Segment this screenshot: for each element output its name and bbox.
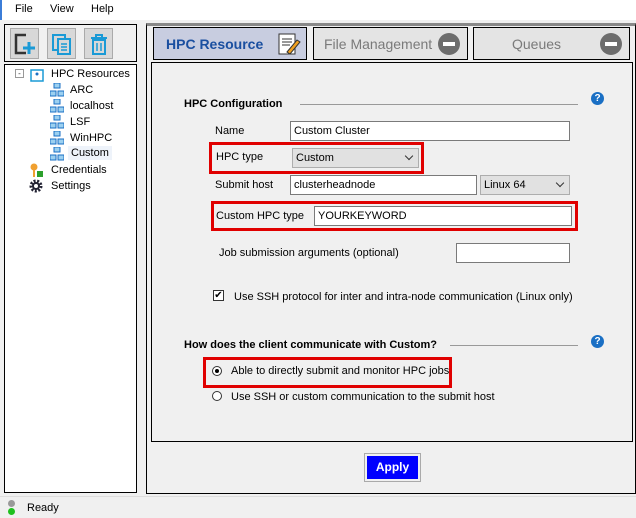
gear-icon: [29, 179, 43, 193]
delete-resource-button[interactable]: [84, 28, 113, 59]
hpc-type-label: HPC type: [216, 151, 264, 163]
cluster-icon: [50, 147, 64, 161]
apply-label: Apply: [367, 456, 418, 479]
tree-item-credentials[interactable]: Credentials: [51, 164, 107, 176]
status-light-off-icon: [8, 500, 15, 507]
add-resource-button[interactable]: [10, 28, 39, 59]
cluster-icon: [50, 115, 64, 129]
tree-item-custom[interactable]: Custom: [68, 146, 112, 160]
menu-view[interactable]: View: [50, 3, 74, 15]
submit-host-label: Submit host: [215, 179, 274, 191]
status-text: Ready: [27, 502, 59, 514]
ssh-checkbox-label: Use SSH protocol for inter and intra-nod…: [234, 291, 573, 303]
tree-item-lsf[interactable]: LSF: [70, 116, 90, 128]
status-bar: Ready: [0, 496, 636, 518]
section-title-config: HPC Configuration: [184, 98, 283, 110]
left-toolbar: [4, 24, 137, 62]
radio-direct-submit-label: Able to directly submit and monitor HPC …: [231, 365, 450, 377]
cluster-icon: [50, 131, 64, 145]
add-icon: [14, 33, 35, 54]
job-args-label: Job submission arguments (optional): [219, 247, 399, 259]
ssh-checkbox[interactable]: ✔: [213, 290, 224, 301]
tab-file-management[interactable]: File Management: [313, 27, 468, 60]
help-icon[interactable]: ?: [591, 335, 604, 348]
edit-icon: [278, 33, 301, 55]
tab-label: File Management: [324, 35, 433, 52]
tree-item-hpc-resources[interactable]: HPC Resources: [51, 68, 130, 80]
tree-item-localhost[interactable]: localhost: [70, 100, 113, 112]
custom-type-label: Custom HPC type: [216, 210, 305, 222]
custom-type-input[interactable]: YOURKEYWORD: [314, 206, 572, 226]
radio-ssh-custom-label: Use SSH or custom communication to the s…: [231, 391, 495, 403]
menu-bar: File View Help: [0, 0, 636, 20]
radio-direct-submit[interactable]: [212, 366, 222, 376]
disabled-icon: [600, 33, 622, 55]
tab-label: Queues: [512, 35, 562, 52]
name-input[interactable]: Custom Cluster: [290, 121, 570, 141]
menu-help[interactable]: Help: [91, 3, 114, 15]
submit-host-input[interactable]: clusterheadnode: [290, 175, 477, 195]
copy-icon: [51, 33, 71, 55]
job-args-input[interactable]: [456, 243, 570, 263]
credentials-icon: [30, 163, 43, 177]
menu-file[interactable]: File: [15, 3, 33, 15]
disabled-icon: [438, 33, 460, 55]
status-light-on-icon: [8, 508, 15, 515]
copy-resource-button[interactable]: [47, 28, 76, 59]
hpc-type-select[interactable]: Custom: [292, 148, 419, 168]
help-icon[interactable]: ?: [591, 92, 604, 105]
divider: [450, 345, 578, 346]
hpc-resources-icon: [30, 69, 44, 82]
radio-ssh-custom[interactable]: [212, 391, 222, 401]
name-label: Name: [215, 125, 245, 137]
tree-item-settings[interactable]: Settings: [51, 180, 91, 192]
section-title-comm: How does the client communicate with Cus…: [184, 339, 438, 351]
divider: [300, 104, 578, 105]
cluster-icon: [50, 83, 64, 97]
tree-item-winhpc[interactable]: WinHPC: [70, 132, 112, 144]
trash-icon: [90, 33, 107, 55]
tab-queues[interactable]: Queues: [473, 27, 630, 60]
os-select[interactable]: Linux 64: [480, 175, 570, 195]
apply-button[interactable]: Apply: [364, 453, 421, 482]
cluster-icon: [50, 99, 64, 113]
tab-hpc-resource[interactable]: HPC Resource: [153, 27, 307, 60]
tree-item-arc[interactable]: ARC: [70, 84, 93, 96]
tab-label: HPC Resource: [166, 35, 264, 52]
resource-tree: - HPC Resources ARC localhost LSF WinHPC…: [4, 64, 137, 493]
